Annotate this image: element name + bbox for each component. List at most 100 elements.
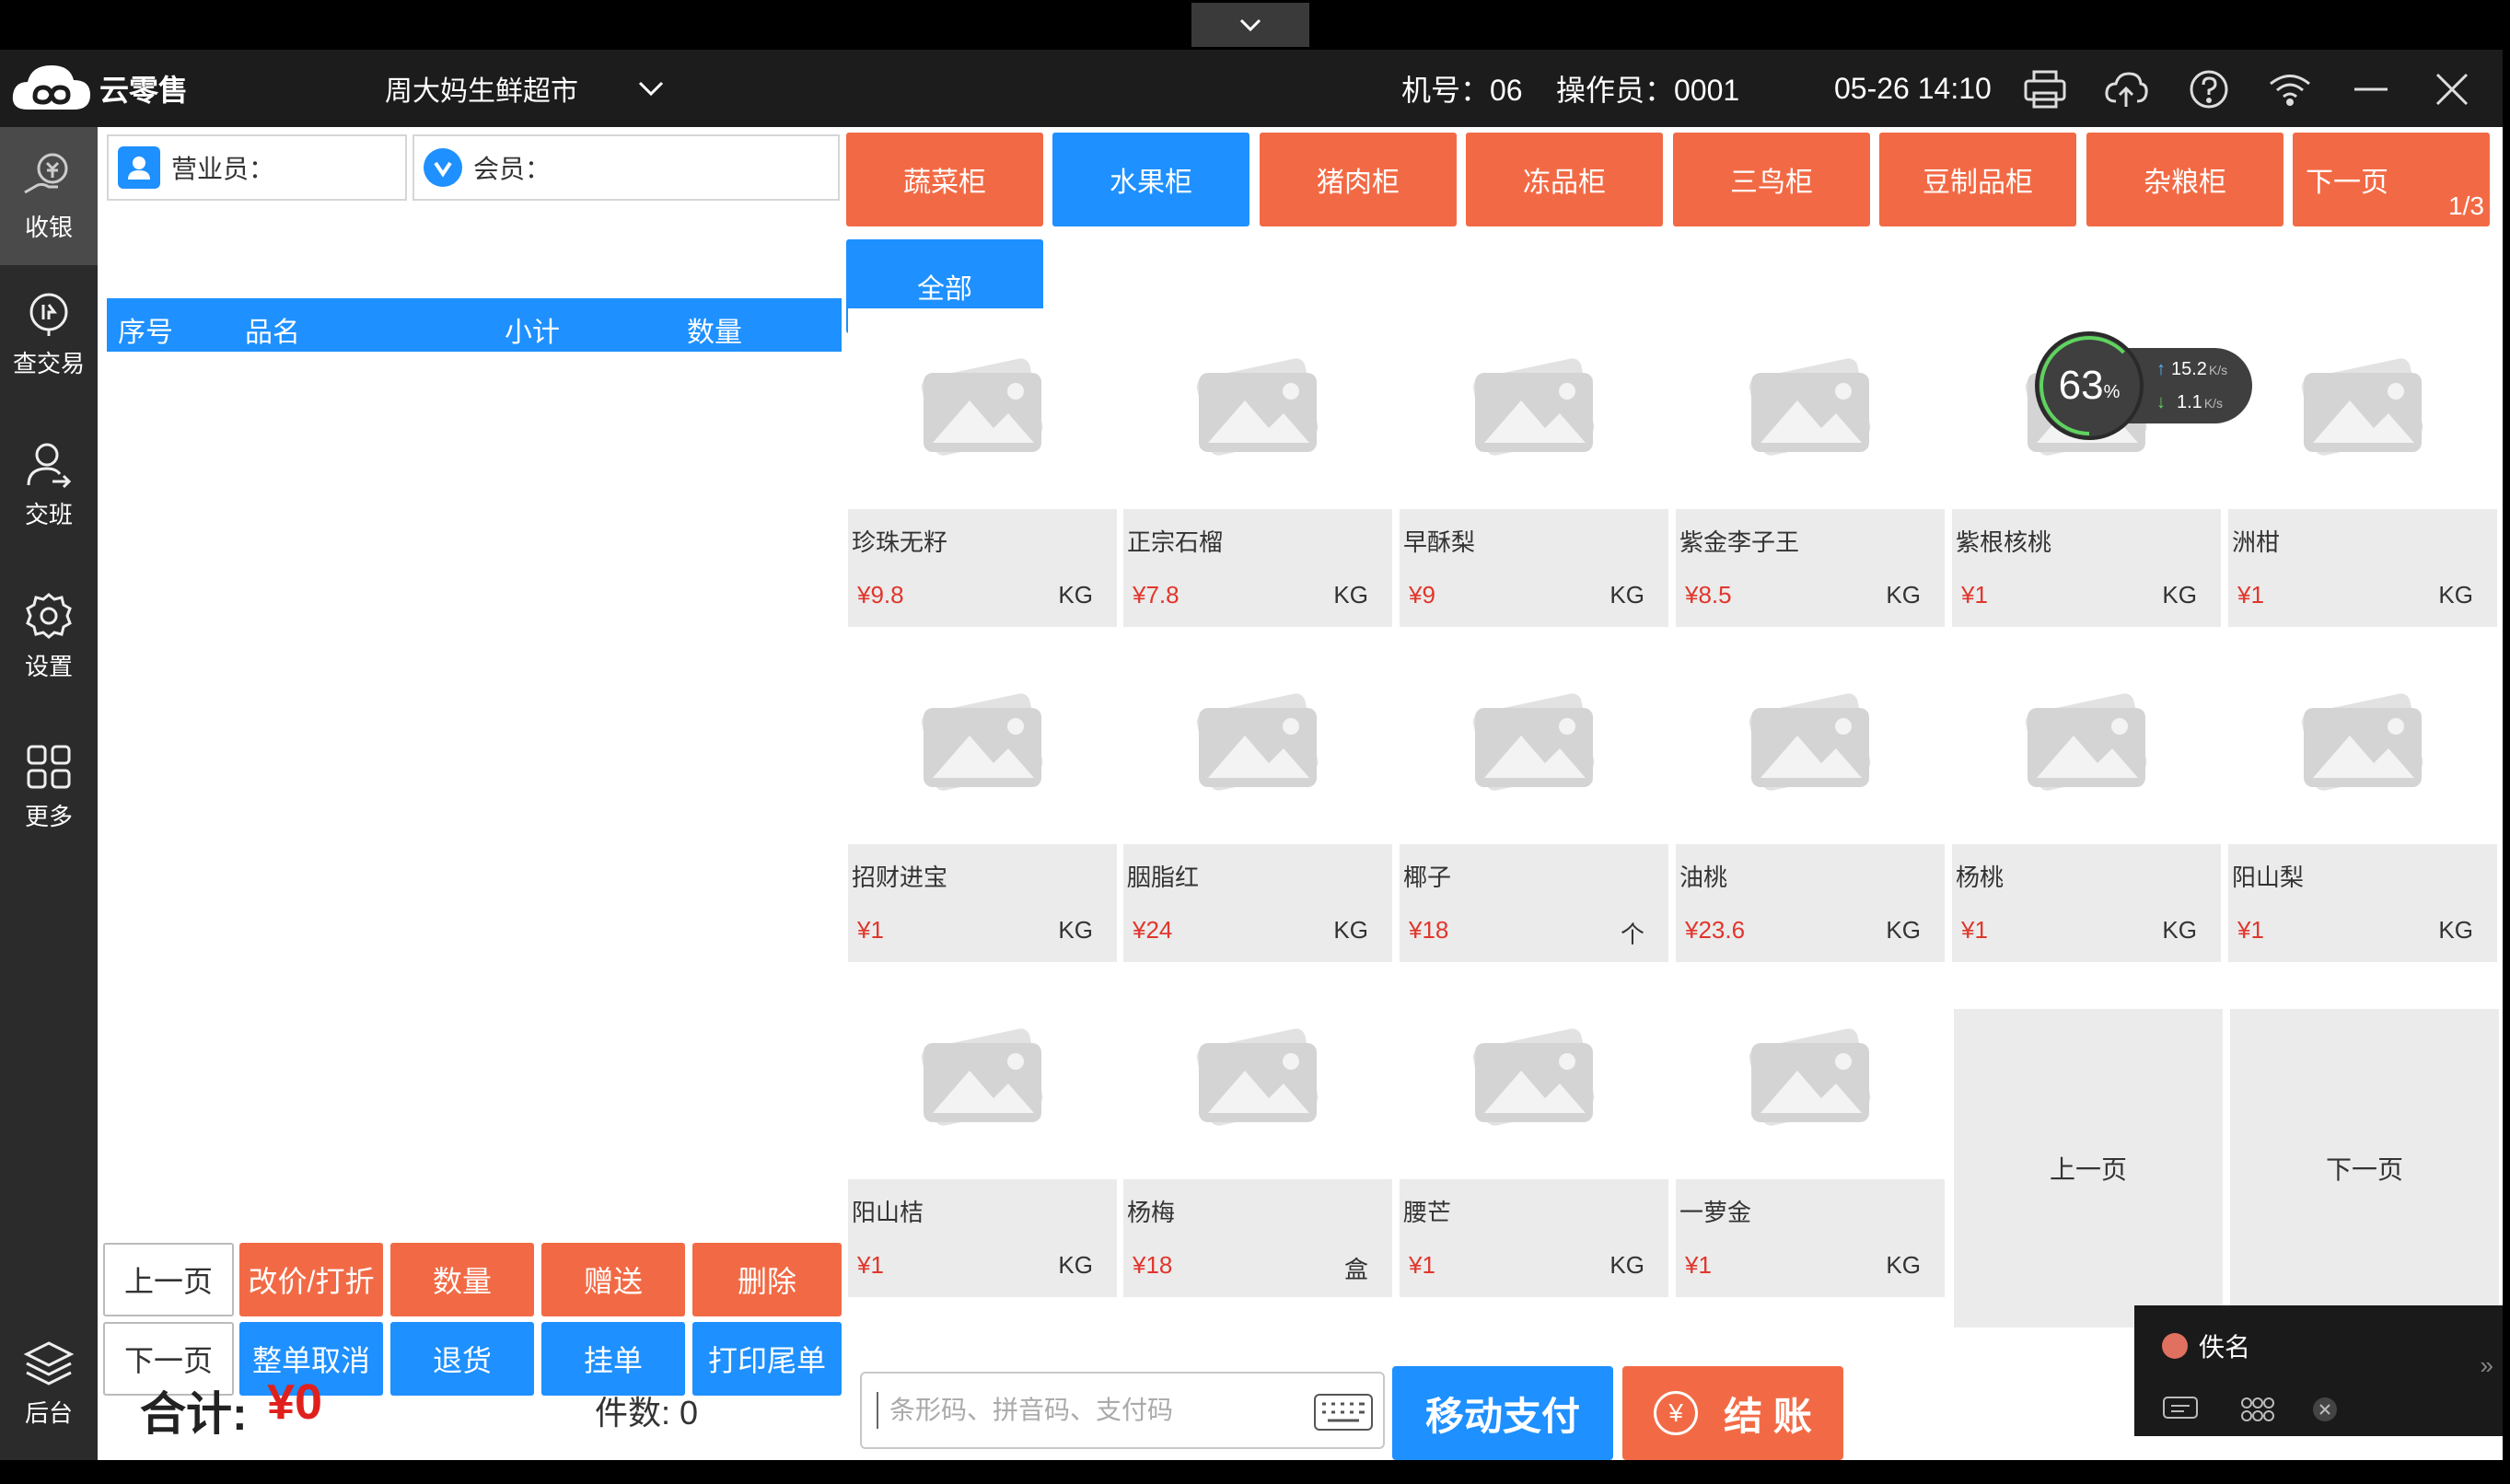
placeholder-image-icon [1123, 643, 1392, 844]
placeholder-image-icon [1676, 643, 1945, 844]
printer-icon[interactable] [2022, 66, 2068, 112]
product-price: ¥9.8 [857, 581, 904, 609]
product-card[interactable]: 阳山梨 ¥1 KG [2228, 643, 2497, 962]
more-grid-icon [27, 745, 71, 788]
change-price-discount-button[interactable]: 改价/打折 [239, 1243, 383, 1316]
product-card[interactable]: 油桃 ¥23.6 KG [1676, 643, 1945, 962]
product-price: ¥1 [1409, 1251, 1435, 1279]
barcode-search-input[interactable] [877, 1392, 1282, 1429]
machine-number: 机号：06 [1401, 74, 1523, 107]
category-next-label: 下一页 [2306, 168, 2388, 198]
floating-user-panel[interactable]: 佚名 » [2134, 1305, 2503, 1436]
category-poultry[interactable]: 三鸟柜 [1673, 133, 1870, 226]
collapse-toggle[interactable] [1191, 3, 1309, 47]
category-frozen[interactable]: 冻品柜 [1466, 133, 1663, 226]
category-vegetables[interactable]: 蔬菜柜 [846, 133, 1043, 226]
keyboard-icon[interactable] [1313, 1392, 1374, 1432]
sidebar-item-label: 交班 [24, 500, 73, 528]
product-next-page-button[interactable]: 下一页 [2230, 1009, 2499, 1327]
product-card[interactable]: 一萝金 ¥1 KG [1676, 979, 1945, 1297]
product-card[interactable]: 正宗石榴 ¥7.8 KG [1123, 308, 1392, 627]
sidebar-item-more[interactable]: 更多 [0, 718, 98, 856]
close-panel-icon[interactable] [2311, 1396, 2339, 1423]
sidebar-item-transactions[interactable]: 查交易 [0, 265, 98, 403]
mobile-pay-button[interactable]: 移动支付 [1392, 1366, 1613, 1460]
product-card[interactable]: 杨桃 ¥1 KG [1952, 643, 2221, 962]
shift-handover-icon [27, 443, 72, 488]
store-name[interactable]: 周大妈生鲜超市 [385, 50, 578, 127]
upload-speed-unit: K/s [2208, 363, 2228, 377]
placeholder-image-icon [848, 643, 1117, 844]
wifi-icon[interactable] [2267, 66, 2313, 112]
product-card[interactable]: 早酥梨 ¥9 KG [1400, 308, 1668, 627]
memory-usage-gauge: 63% [2035, 331, 2144, 440]
quantity-button[interactable]: 数量 [390, 1243, 534, 1316]
top-black-strip [0, 0, 2510, 50]
store-chevron-down-icon[interactable] [637, 50, 665, 127]
category-next-page-button[interactable]: 下一页 1/3 [2293, 133, 2490, 226]
sidebar-item-cashier[interactable]: 收银 [0, 127, 98, 265]
backend-layers-icon [23, 1340, 75, 1385]
product-card[interactable]: 珍珠无籽 ¥9.8 KG [848, 308, 1117, 627]
order-prev-page-button[interactable]: 上一页 [103, 1243, 234, 1316]
order-total-area: 合计: ¥0 件数: 0 [98, 1344, 843, 1460]
member-field[interactable]: 会员： [413, 134, 840, 201]
datetime: 05-26 14:10 [1834, 71, 1992, 105]
product-unit: KG [1886, 1251, 1921, 1279]
apps-icon[interactable] [2239, 1394, 2276, 1423]
category-grains[interactable]: 杂粮柜 [2086, 133, 2283, 226]
sidebar-item-shift[interactable]: 交班 [0, 416, 98, 554]
right-edge-strip [2503, 50, 2510, 1460]
checkout-button[interactable]: ¥ 结 账 [1622, 1366, 1843, 1460]
category-fruit[interactable]: 水果柜 [1052, 133, 1249, 226]
product-card[interactable]: 洲柑 ¥1 KG [2228, 308, 2497, 627]
product-card[interactable]: 胭脂红 ¥24 KG [1123, 643, 1392, 962]
help-icon[interactable] [2186, 66, 2232, 112]
product-unit: KG [1609, 1251, 1644, 1279]
product-area: 蔬菜柜 水果柜 猪肉柜 冻品柜 三鸟柜 豆制品柜 杂粮柜 下一页 1/3 全部 … [843, 127, 2503, 1460]
product-unit: 个 [1620, 921, 1644, 948]
product-price: ¥1 [857, 1251, 884, 1279]
placeholder-image-icon [848, 308, 1117, 509]
minimize-icon[interactable] [2348, 66, 2394, 112]
upload-speed: 15.2 [2171, 359, 2207, 379]
order-panel: 营业员： 会员： 序号 品名 小计 数量 上一页 改价/打折 数量 赠送 删除 … [98, 127, 843, 1460]
placeholder-image-icon [1676, 308, 1945, 509]
sidebar-item-backend[interactable]: 后台 [0, 1315, 98, 1453]
chevron-down-icon [1239, 18, 1261, 32]
salesperson-field[interactable]: 营业员： [107, 134, 407, 201]
gift-button[interactable]: 赠送 [541, 1243, 685, 1316]
search-box [860, 1372, 1385, 1449]
delete-button[interactable]: 删除 [692, 1243, 842, 1316]
product-card[interactable]: 招财进宝 ¥1 KG [848, 643, 1117, 962]
product-card[interactable]: 腰芒 ¥1 KG [1400, 979, 1668, 1297]
product-card[interactable]: 紫金李子王 ¥8.5 KG [1676, 308, 1945, 627]
network-speed-widget[interactable]: ↑ 15.2 K/s ↓ 1.1 K/s 63% [2035, 331, 2252, 440]
product-card[interactable]: 阳山桔 ¥1 KG [848, 979, 1117, 1297]
sidebar-item-label: 设置 [24, 652, 73, 680]
product-price: ¥9 [1409, 581, 1435, 609]
category-pork[interactable]: 猪肉柜 [1260, 133, 1457, 226]
product-price: ¥1 [1961, 916, 1988, 944]
sidebar-item-label: 更多 [24, 802, 73, 830]
sidebar-item-label: 后台 [24, 1398, 73, 1427]
float-user: 佚名 [2162, 1327, 2250, 1364]
expand-chevron-icon[interactable]: » [2481, 1351, 2493, 1380]
product-name: 招财进宝 [852, 864, 948, 891]
product-unit: KG [1333, 581, 1368, 609]
chat-icon[interactable] [2162, 1394, 2199, 1423]
sidebar-item-settings[interactable]: 设置 [0, 567, 98, 705]
product-name: 杨桃 [1956, 864, 2005, 891]
sidebar-item-label: 收银 [24, 213, 73, 241]
product-prev-page-button[interactable]: 上一页 [1954, 1009, 2223, 1327]
title-bar: 云零售 周大妈生鲜超市 机号：06 操作员：0001 05-26 14:10 [0, 50, 2503, 127]
product-card[interactable]: 椰子 ¥18 个 [1400, 643, 1668, 962]
cloud-upload-icon[interactable] [2103, 66, 2149, 112]
total-value: ¥0 [267, 1374, 323, 1430]
product-card[interactable]: 杨梅 ¥18 盒 [1123, 979, 1392, 1297]
product-name: 一萝金 [1679, 1199, 1752, 1226]
member-label: 会员： [473, 155, 552, 183]
close-icon[interactable] [2429, 66, 2475, 112]
category-soy-products[interactable]: 豆制品柜 [1879, 133, 2076, 226]
product-unit: KG [1886, 581, 1921, 609]
